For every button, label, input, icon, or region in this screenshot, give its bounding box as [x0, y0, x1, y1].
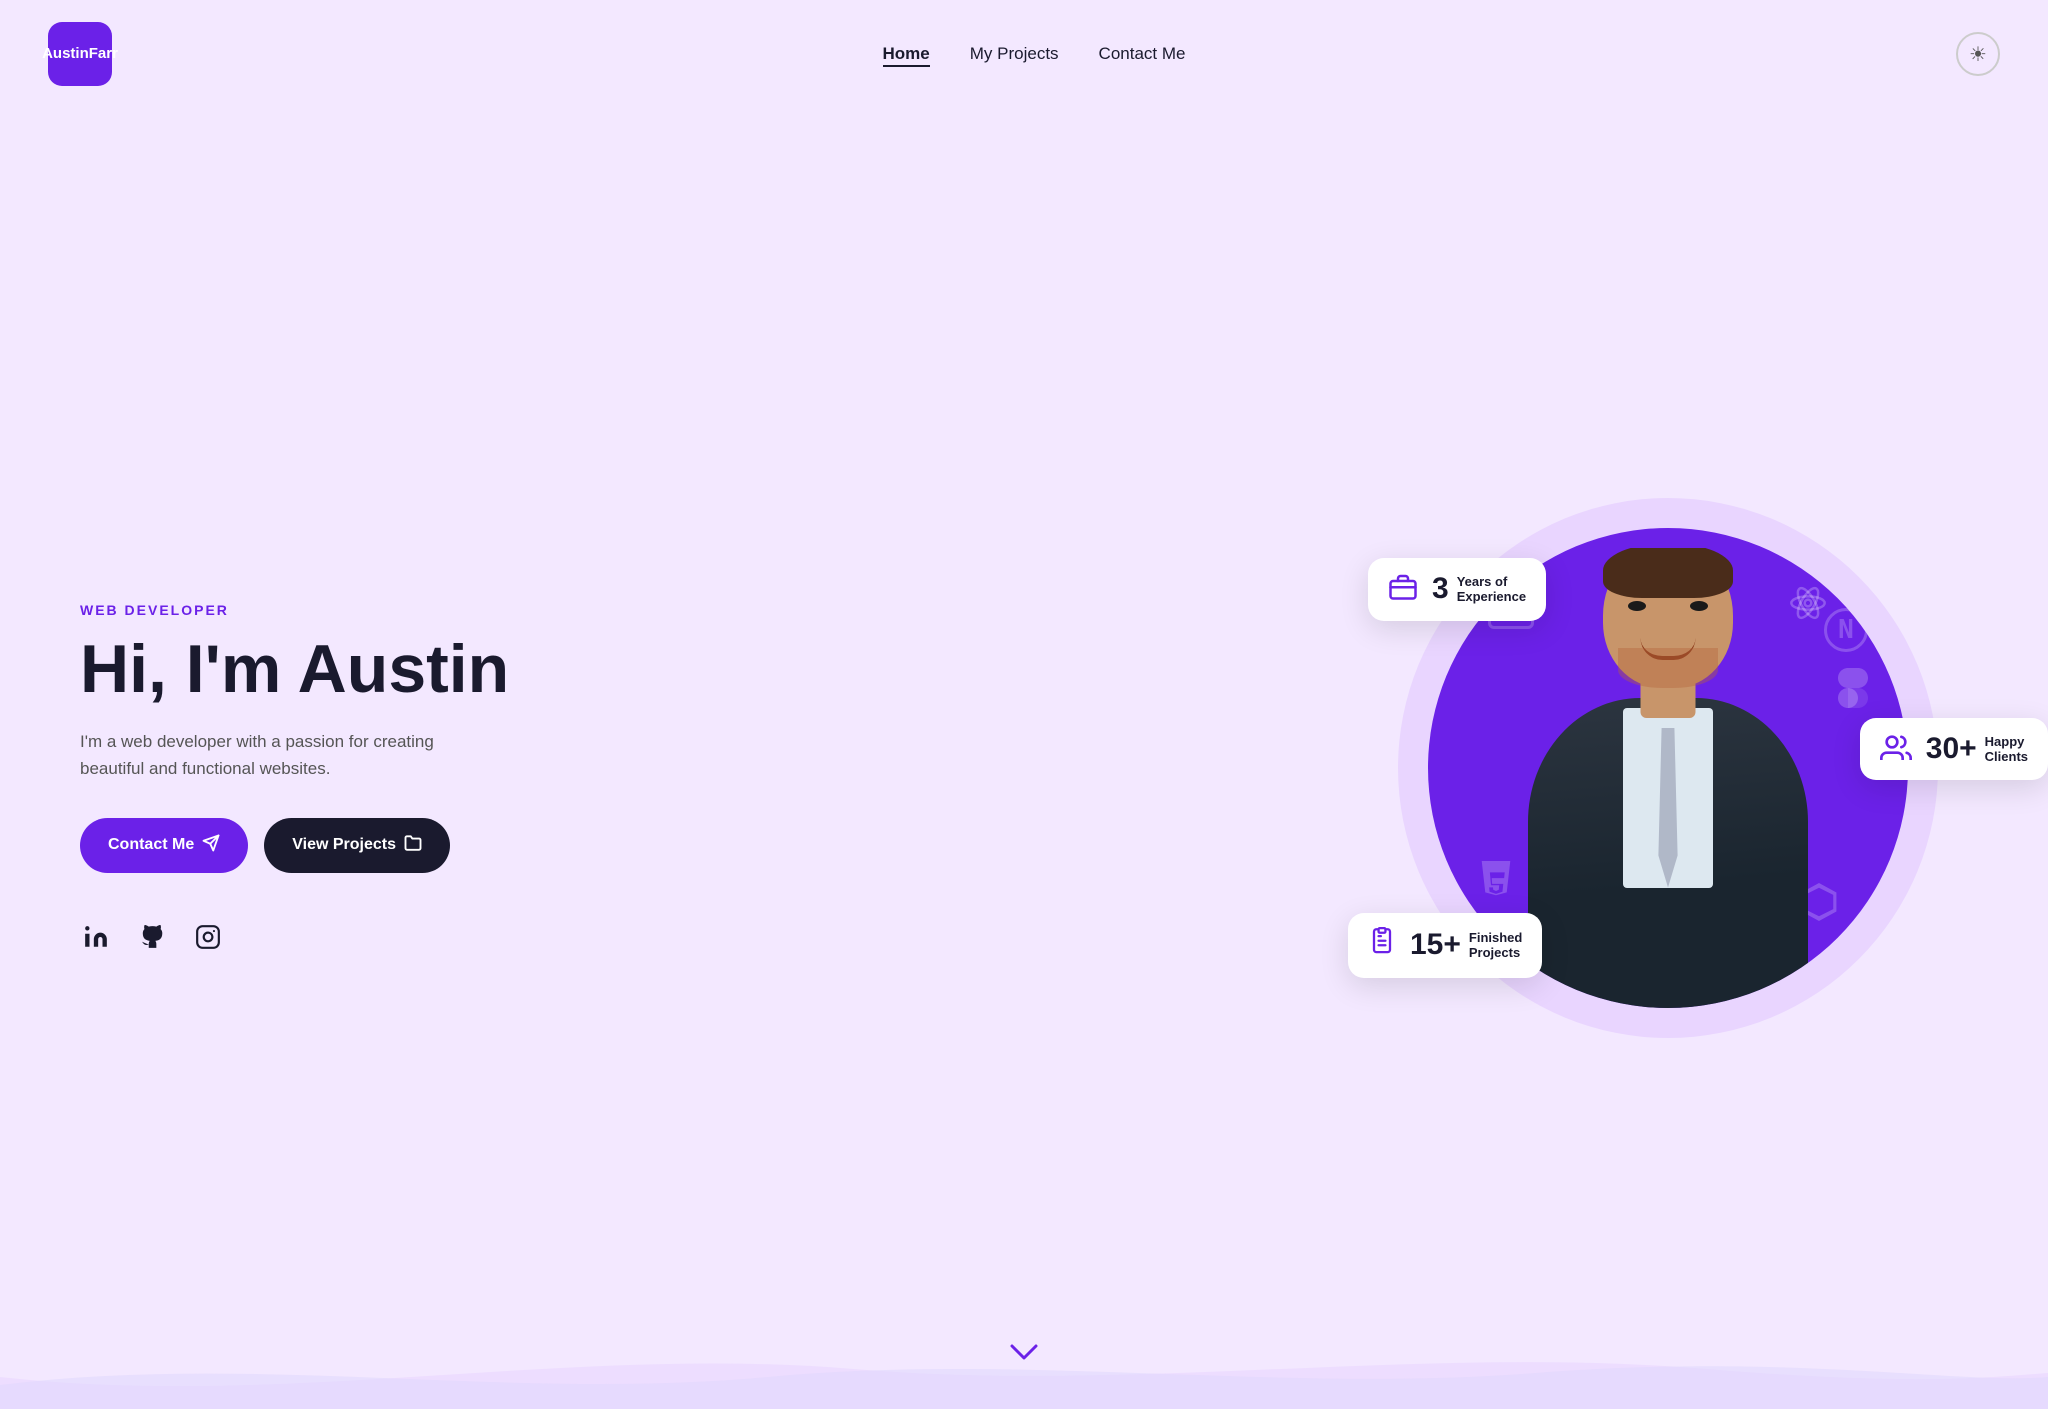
briefcase-icon [1388, 572, 1418, 607]
hero-buttons: Contact Me View Projects [80, 818, 509, 873]
hero-title: Hi, I'm Austin [80, 634, 509, 705]
social-links [80, 921, 509, 953]
subtitle-tag: WEB DEVELOPER [80, 602, 509, 618]
sun-icon: ☀ [1969, 42, 1987, 67]
projects-label-line2: Projects [1469, 945, 1522, 960]
folder-icon [404, 834, 422, 857]
hero-content: WEB DEVELOPER Hi, I'm Austin I'm a web d… [80, 602, 509, 953]
github-icon [139, 924, 165, 950]
clients-label-line1: Happy [1985, 734, 2028, 749]
hero-description: I'm a web developer with a passion for c… [80, 728, 500, 782]
view-projects-button[interactable]: View Projects [264, 818, 450, 873]
nav-item-contact[interactable]: Contact Me [1099, 44, 1186, 64]
logo[interactable]: Austin Farr [48, 22, 112, 86]
nav-links: Home My Projects Contact Me [883, 44, 1186, 64]
instagram-link[interactable] [192, 921, 224, 953]
hero-portrait-area: JS [1388, 488, 1968, 1068]
scroll-down-indicator[interactable] [1010, 1337, 1038, 1369]
stat-card-projects: 15+ Finished Projects [1348, 913, 1542, 978]
linkedin-icon [83, 924, 109, 950]
linkedin-link[interactable] [80, 921, 112, 953]
clipboard-icon [1368, 927, 1396, 964]
nav-item-projects[interactable]: My Projects [970, 44, 1059, 64]
nav-item-home[interactable]: Home [883, 44, 930, 64]
clients-number: 30+ [1926, 732, 1977, 766]
projects-label-line1: Finished [1469, 930, 1522, 945]
users-icon [1880, 732, 1912, 765]
navbar: Austin Farr Home My Projects Contact Me … [0, 0, 2048, 108]
stat-card-experience: 3 Years of Experience [1368, 558, 1546, 621]
nav-link-projects[interactable]: My Projects [970, 44, 1059, 63]
github-link[interactable] [136, 921, 168, 953]
contact-me-button[interactable]: Contact Me [80, 818, 248, 873]
instagram-icon [195, 924, 221, 950]
nav-link-contact[interactable]: Contact Me [1099, 44, 1186, 63]
theme-toggle-button[interactable]: ☀ [1956, 32, 2000, 76]
hero-section: WEB DEVELOPER Hi, I'm Austin I'm a web d… [0, 108, 2048, 1407]
experience-label-line1: Years of [1457, 574, 1526, 589]
experience-number: 3 [1432, 572, 1449, 606]
stat-card-clients: 30+ Happy Clients [1860, 718, 2048, 780]
projects-number: 15+ [1410, 928, 1461, 962]
experience-label-line2: Experience [1457, 589, 1526, 604]
nav-link-home[interactable]: Home [883, 44, 930, 67]
clients-label-line2: Clients [1985, 749, 2028, 764]
send-icon [202, 834, 220, 857]
